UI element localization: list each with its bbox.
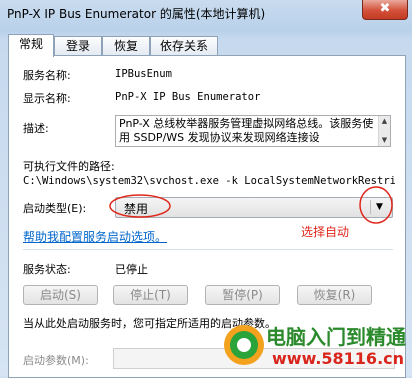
start-button[interactable]: 启动(S) bbox=[23, 285, 98, 305]
annotation-text: 选择自动 bbox=[301, 225, 350, 239]
close-button[interactable]: ✖ bbox=[362, 0, 408, 20]
help-config-link[interactable]: 帮助我配置服务启动选项。 bbox=[23, 228, 167, 245]
watermark-url: www.58116.cn bbox=[272, 349, 405, 368]
tab-dependencies[interactable]: 依存关系 bbox=[150, 36, 218, 55]
description-box[interactable]: PnP-X 总线枚举器服务管理虚拟网络总线。该服务使用 SSDP/WS 发现协议… bbox=[115, 115, 391, 147]
path-label: 可执行文件的路径: bbox=[23, 160, 115, 173]
stop-button[interactable]: 停止(T) bbox=[113, 285, 188, 305]
display-name-value: PnP-X IP Bus Enumerator bbox=[115, 91, 261, 103]
divider bbox=[23, 249, 393, 250]
description-text: PnP-X 总线枚举器服务管理虚拟网络总线。该服务使用 SSDP/WS 发现协议… bbox=[119, 117, 374, 144]
description-scrollbar[interactable]: ▲ ▼ bbox=[378, 116, 390, 146]
watermark: 电脑入门到精通 www.58116.cn bbox=[222, 319, 408, 373]
tab-logon[interactable]: 登录 bbox=[54, 36, 102, 55]
watermark-logo-icon bbox=[224, 325, 264, 365]
window-title: PnP-X IP Bus Enumerator 的属性(本地计算机) bbox=[7, 7, 266, 21]
pause-button[interactable]: 暂停(P) bbox=[205, 285, 280, 305]
service-status-value: 已停止 bbox=[115, 263, 148, 276]
tab-recovery[interactable]: 恢复 bbox=[102, 36, 150, 55]
properties-window: PnP-X IP Bus Enumerator 的属性(本地计算机) ✖ 常规 … bbox=[0, 0, 412, 378]
start-params-label: 启动参数(M): bbox=[23, 354, 89, 367]
scroll-up-icon[interactable]: ▲ bbox=[379, 117, 390, 126]
resume-button[interactable]: 恢复(R) bbox=[297, 285, 372, 305]
watermark-title: 电脑入门到精通 bbox=[266, 325, 406, 349]
service-status-label: 服务状态: bbox=[23, 263, 71, 276]
startup-type-value: 禁用 bbox=[124, 202, 149, 216]
close-icon: ✖ bbox=[379, 1, 391, 16]
service-name-label: 服务名称: bbox=[23, 69, 71, 82]
dropdown-arrow-icon[interactable]: ▼ bbox=[370, 200, 388, 214]
service-name-value: IPBusEnum bbox=[115, 68, 172, 80]
executable-path: C:\Windows\system32\svchost.exe -k Local… bbox=[23, 175, 395, 187]
startup-type-select[interactable]: 禁用 ▼ bbox=[115, 197, 393, 218]
title-bar: PnP-X IP Bus Enumerator 的属性(本地计算机) ✖ bbox=[0, 0, 412, 28]
scroll-down-icon[interactable]: ▼ bbox=[379, 136, 390, 145]
tab-general[interactable]: 常规 bbox=[8, 34, 54, 57]
description-label: 描述: bbox=[23, 122, 49, 135]
display-name-label: 显示名称: bbox=[23, 92, 71, 105]
startup-type-label: 启动类型(E): bbox=[23, 202, 87, 215]
